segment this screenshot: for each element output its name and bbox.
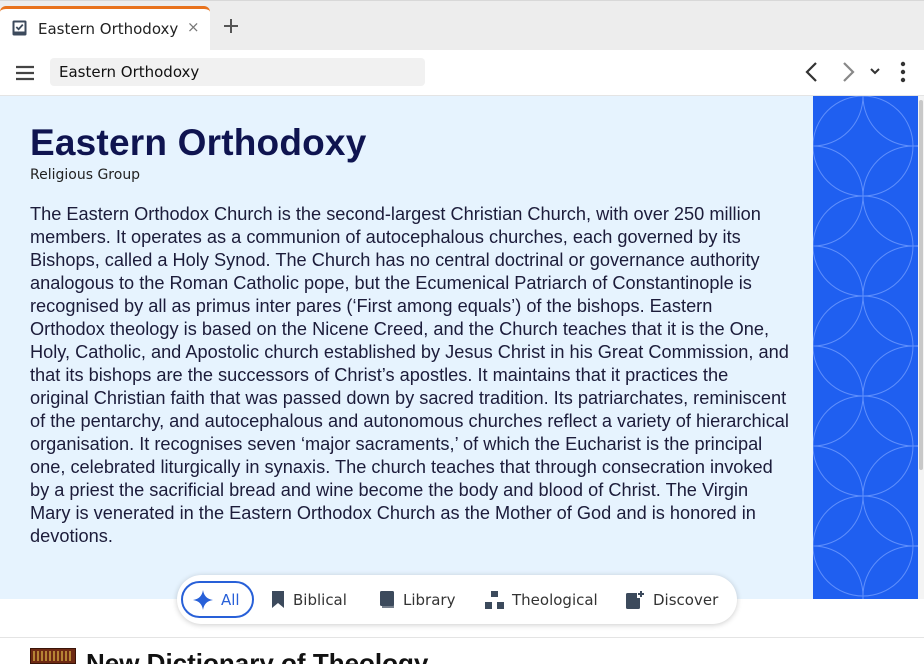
hamburger-menu-icon[interactable] [15,64,35,82]
chevron-down-icon[interactable] [868,64,882,78]
notebook-check-icon [12,20,27,36]
filter-theological[interactable]: Theological [485,581,598,618]
filter-library-label: Library [403,590,456,609]
article-panel: Eastern Orthodoxy Religious Group The Ea… [0,96,813,599]
sparkle-icon [193,589,213,610]
scrollbar-thumb[interactable] [919,100,923,470]
divider [0,637,924,638]
address-input[interactable]: Eastern Orthodoxy [50,58,425,86]
page-title: Eastern Orthodoxy [30,122,367,163]
more-vertical-icon[interactable] [898,60,908,84]
toolbar: Eastern Orthodoxy [0,50,924,96]
filter-discover[interactable]: Discover [625,581,718,618]
article-body: The Eastern Orthodox Church is the secon… [30,204,789,546]
book-icon [380,591,394,608]
tab-eastern-orthodoxy[interactable]: Eastern Orthodoxy × [0,6,210,51]
filter-all-label: All [221,590,240,609]
article-type: Religious Group [30,167,141,183]
chevron-right-icon[interactable] [838,60,858,84]
decorative-pattern [813,96,919,599]
filter-library[interactable]: Library [379,581,455,618]
book-cover-pattern [33,651,73,661]
filter-all[interactable]: All [181,581,254,618]
chevron-left-icon[interactable] [802,60,822,84]
result-heading[interactable]: New Dictionary of Theology [86,648,428,664]
close-icon[interactable]: × [187,18,200,36]
filter-biblical-label: Biblical [293,590,347,609]
circle-pattern-icon [813,96,919,599]
add-book-icon [626,589,645,609]
filter-discover-label: Discover [653,590,719,609]
plus-icon[interactable] [220,15,242,37]
filter-biblical[interactable]: Biblical [271,581,347,618]
hierarchy-icon [485,590,504,609]
filter-theological-label: Theological [512,590,598,609]
bookmark-icon [272,591,284,608]
filter-bar: All Biblical Library Theological Discove… [177,575,737,624]
tab-label: Eastern Orthodoxy [38,20,179,38]
tab-bar: Eastern Orthodoxy × [0,0,924,51]
